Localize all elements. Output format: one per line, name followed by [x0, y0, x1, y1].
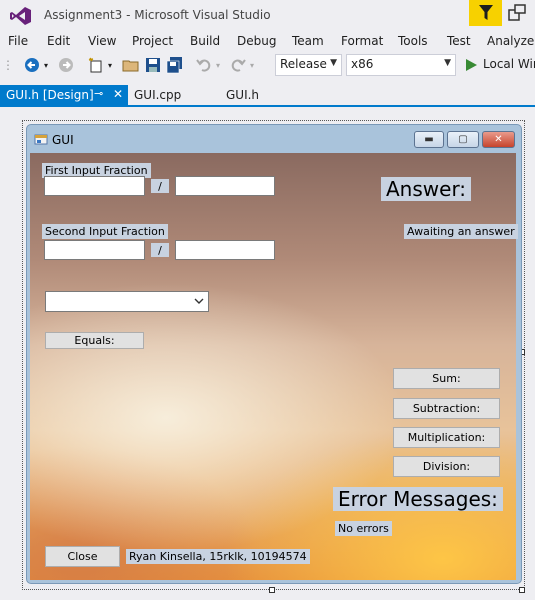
back-dropdown-icon[interactable]: ▾	[42, 56, 50, 74]
undo-icon[interactable]	[196, 56, 212, 74]
open-folder-icon[interactable]	[122, 56, 140, 74]
maximize-button[interactable]: ▢	[447, 131, 479, 148]
start-debugger-button[interactable]: Local Win	[483, 57, 535, 71]
error-messages-title: Error Messages:	[333, 487, 503, 511]
menu-test[interactable]: Test	[447, 34, 471, 48]
tab-gui-cpp[interactable]: GUI.cpp	[128, 85, 187, 105]
tab-label: GUI.h [Design]	[6, 88, 94, 102]
redo-dropdown-icon[interactable]: ▾	[248, 56, 256, 74]
first-slash-label: /	[151, 179, 169, 193]
live-share-icon[interactable]	[508, 4, 526, 22]
sum-button[interactable]: Sum:	[393, 368, 500, 389]
platform-select[interactable]: x86 ▼	[346, 54, 456, 76]
new-dropdown-icon[interactable]: ▾	[106, 56, 114, 74]
close-icon: ✕	[494, 134, 503, 145]
form-close-button[interactable]: ✕	[482, 131, 515, 148]
menu-bar: File Edit View Project Build Debug Team …	[0, 32, 535, 52]
solution-config-value: Release	[280, 57, 327, 71]
second-input-label: Second Input Fraction	[42, 224, 168, 239]
forward-icon[interactable]	[58, 56, 74, 74]
tab-gui-h-design[interactable]: GUI.h [Design] ⊸ ✕	[0, 85, 128, 105]
menu-edit[interactable]: Edit	[47, 34, 70, 48]
second-slash-label: /	[151, 243, 169, 257]
answer-value: Awaiting an answer	[404, 224, 518, 239]
menu-view[interactable]: View	[88, 34, 116, 48]
menu-format[interactable]: Format	[341, 34, 383, 48]
document-tab-strip: GUI.h [Design] ⊸ ✕ GUI.cpp GUI.h	[0, 85, 535, 107]
redo-icon[interactable]	[230, 56, 246, 74]
chevron-down-icon: ▼	[330, 58, 337, 68]
undo-dropdown-icon[interactable]: ▾	[214, 56, 222, 74]
first-numerator-input[interactable]	[44, 176, 145, 196]
new-project-icon[interactable]	[88, 56, 104, 74]
play-icon[interactable]	[466, 59, 477, 71]
minimize-button[interactable]: ▬	[414, 131, 444, 148]
menu-tools[interactable]: Tools	[398, 34, 428, 48]
equals-button[interactable]: Equals:	[45, 332, 144, 349]
operation-select[interactable]	[45, 291, 209, 312]
resize-handle-corner[interactable]	[519, 587, 525, 593]
chevron-down-icon	[194, 298, 204, 304]
author-label: Ryan Kinsella, 15rklk, 10194574	[126, 549, 310, 564]
menu-team[interactable]: Team	[292, 34, 324, 48]
form-caption: GUI	[52, 133, 74, 147]
division-button[interactable]: Division:	[393, 456, 500, 477]
platform-value: x86	[351, 57, 374, 71]
form-app-icon	[34, 134, 48, 145]
toolbar-grip: ⋮	[2, 58, 14, 72]
second-numerator-input[interactable]	[44, 240, 145, 260]
save-all-icon[interactable]	[166, 56, 184, 74]
second-denominator-input[interactable]	[175, 240, 275, 260]
menu-analyze[interactable]: Analyze	[487, 34, 534, 48]
back-icon[interactable]	[24, 56, 40, 74]
menu-build[interactable]: Build	[190, 34, 220, 48]
maximize-icon: ▢	[458, 134, 468, 145]
tab-gui-h[interactable]: GUI.h	[220, 85, 265, 105]
chevron-down-icon: ▼	[444, 58, 451, 68]
close-button[interactable]: Close	[45, 546, 120, 567]
form-client-area	[30, 153, 516, 580]
pin-icon[interactable]: ⊸	[94, 87, 103, 100]
menu-debug[interactable]: Debug	[237, 34, 276, 48]
menu-file[interactable]: File	[8, 34, 28, 48]
solution-config-select[interactable]: Release ▼	[275, 54, 342, 76]
minimize-icon: ▬	[424, 134, 434, 145]
visual-studio-logo-icon	[10, 7, 31, 25]
subtraction-button[interactable]: Subtraction:	[393, 398, 500, 419]
menu-project[interactable]: Project	[132, 34, 173, 48]
app-title: Assignment3 - Microsoft Visual Studio	[44, 8, 271, 22]
answer-title: Answer:	[381, 177, 472, 201]
first-denominator-input[interactable]	[175, 176, 275, 196]
filter-button[interactable]	[469, 0, 502, 26]
error-messages-value: No errors	[335, 521, 392, 536]
filter-icon	[478, 5, 493, 20]
multiplication-button[interactable]: Multiplication:	[393, 427, 500, 448]
resize-handle-bottom[interactable]	[269, 587, 275, 593]
save-icon[interactable]	[145, 56, 161, 74]
close-icon[interactable]: ✕	[113, 87, 123, 101]
